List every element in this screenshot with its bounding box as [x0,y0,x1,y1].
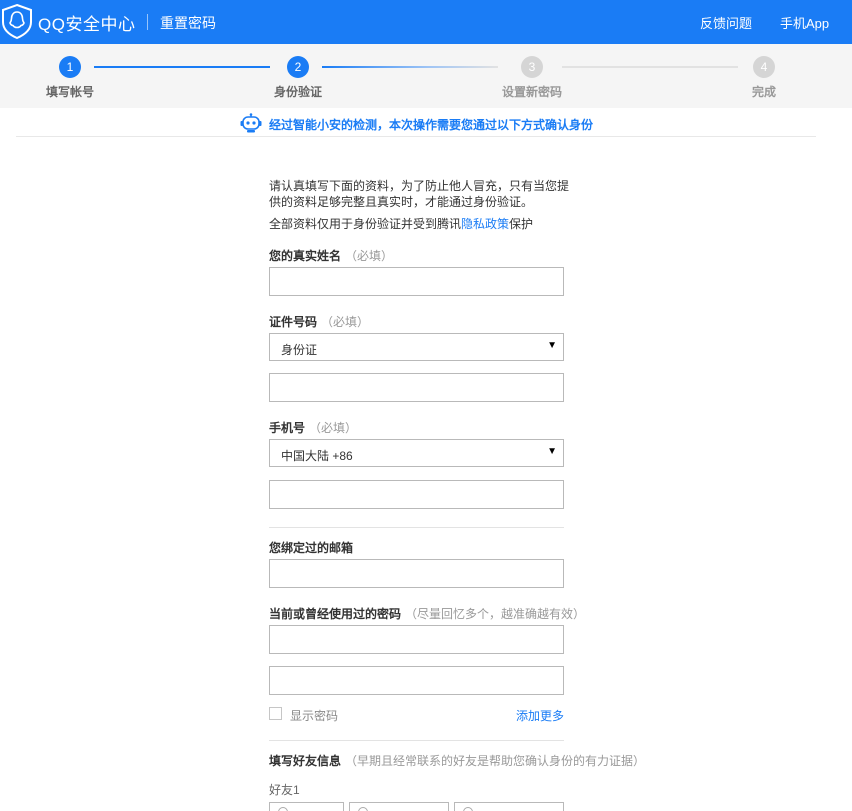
friend-input-icon [463,807,473,811]
step-connector-2 [322,66,498,68]
real-name-label: 您的真实姓名 （必填） [269,247,393,264]
step-connector-3 [562,66,738,68]
feedback-link[interactable]: 反馈问题 [700,13,752,32]
email-label: 您绑定过的邮箱 [269,541,354,555]
phone-label: 手机号 （必填） [269,419,357,436]
header-separator [147,14,148,30]
robot-assistant-icon [240,113,262,133]
id-type-select[interactable]: 身份证 ▼ [269,333,564,361]
page-title: 重置密码 [160,15,216,31]
step-4-circle: 4 [753,56,775,78]
notice-text: 经过智能小安的检测，本次操作需要您通过以下方式确认身份 [269,118,594,132]
friends-label-text: 填写好友信息 [269,754,342,768]
add-more-link[interactable]: 添加更多 [516,707,564,724]
phone-label-text: 手机号 [269,421,306,435]
brand-name[interactable]: QQ安全中心 [38,10,135,35]
section-divider [269,527,564,528]
friend-1-extra-input[interactable] [454,802,564,811]
real-name-label-text: 您的真实姓名 [269,249,342,263]
intro-text: 请认真填写下面的资料，为了防止他人冒充，只有当您提供的资料足够完整且真实时，才能… [269,179,570,209]
dropdown-arrow-icon: ▼ [547,340,557,351]
phone-region-selected: 中国大陆 +86 [281,449,353,463]
id-number-label: 证件号码 （必填） [269,313,369,330]
step-2-circle: 2 [287,56,309,78]
phone-input[interactable] [269,480,564,509]
friend-1-label: 好友1 [269,783,300,797]
real-name-input[interactable] [269,267,564,296]
privacy-statement: 全部资料仅用于身份验证并受到腾讯隐私政策保护 [269,215,533,232]
friend-1-qq-input[interactable] [269,802,344,811]
id-number-input[interactable] [269,373,564,402]
required-hint: （必填） [345,249,394,263]
step-3-label: 设置新密码 [502,85,563,99]
password-label: 当前或曾经使用过的密码 （尽量回忆多个，越准确越有效） [269,605,585,622]
section-divider [269,740,564,741]
required-hint: （必填） [321,315,370,329]
header-bar: QQ安全中心 重置密码 反馈问题 手机App [0,0,852,44]
privacy-prefix: 全部资料仅用于身份验证并受到腾讯 [269,217,462,231]
mobile-app-link[interactable]: 手机App [780,13,829,32]
show-password-checkbox[interactable] [269,707,282,720]
privacy-policy-link[interactable]: 隐私政策 [461,217,509,231]
dropdown-arrow-icon: ▼ [547,446,557,457]
friend-1-name-input[interactable] [349,802,449,811]
password-label-text: 当前或曾经使用过的密码 [269,607,402,621]
qq-shield-logo-icon [1,3,32,40]
step-2-label: 身份验证 [274,85,323,99]
friends-label: 填写好友信息 （早期且经常联系的好友是帮助您确认身份的有力证据） [269,752,645,769]
progress-steps: 1 填写帐号 2 身份验证 3 设置新密码 4 完成 [0,44,852,108]
password-input-2[interactable] [269,666,564,695]
password-hint: （尽量回忆多个，越准确越有效） [405,607,586,621]
id-type-selected: 身份证 [281,343,318,357]
step-4-label: 完成 [752,85,777,99]
verification-notice: 经过智能小安的检测，本次操作需要您通过以下方式确认身份 [16,108,816,137]
friend-input-icon [358,807,368,811]
id-number-label-text: 证件号码 [269,315,318,329]
required-hint: （必填） [309,421,358,435]
step-1-circle: 1 [59,56,81,78]
phone-region-select[interactable]: 中国大陆 +86 ▼ [269,439,564,467]
password-input-1[interactable] [269,625,564,654]
step-1-label: 填写帐号 [46,85,95,99]
privacy-suffix: 保护 [509,217,534,231]
step-connector-1 [94,66,270,68]
friend-input-icon [278,807,288,811]
email-input[interactable] [269,559,564,588]
show-password-label[interactable]: 显示密码 [290,707,338,724]
step-3-circle: 3 [521,56,543,78]
friends-hint: （早期且经常联系的好友是帮助您确认身份的有力证据） [345,754,646,768]
